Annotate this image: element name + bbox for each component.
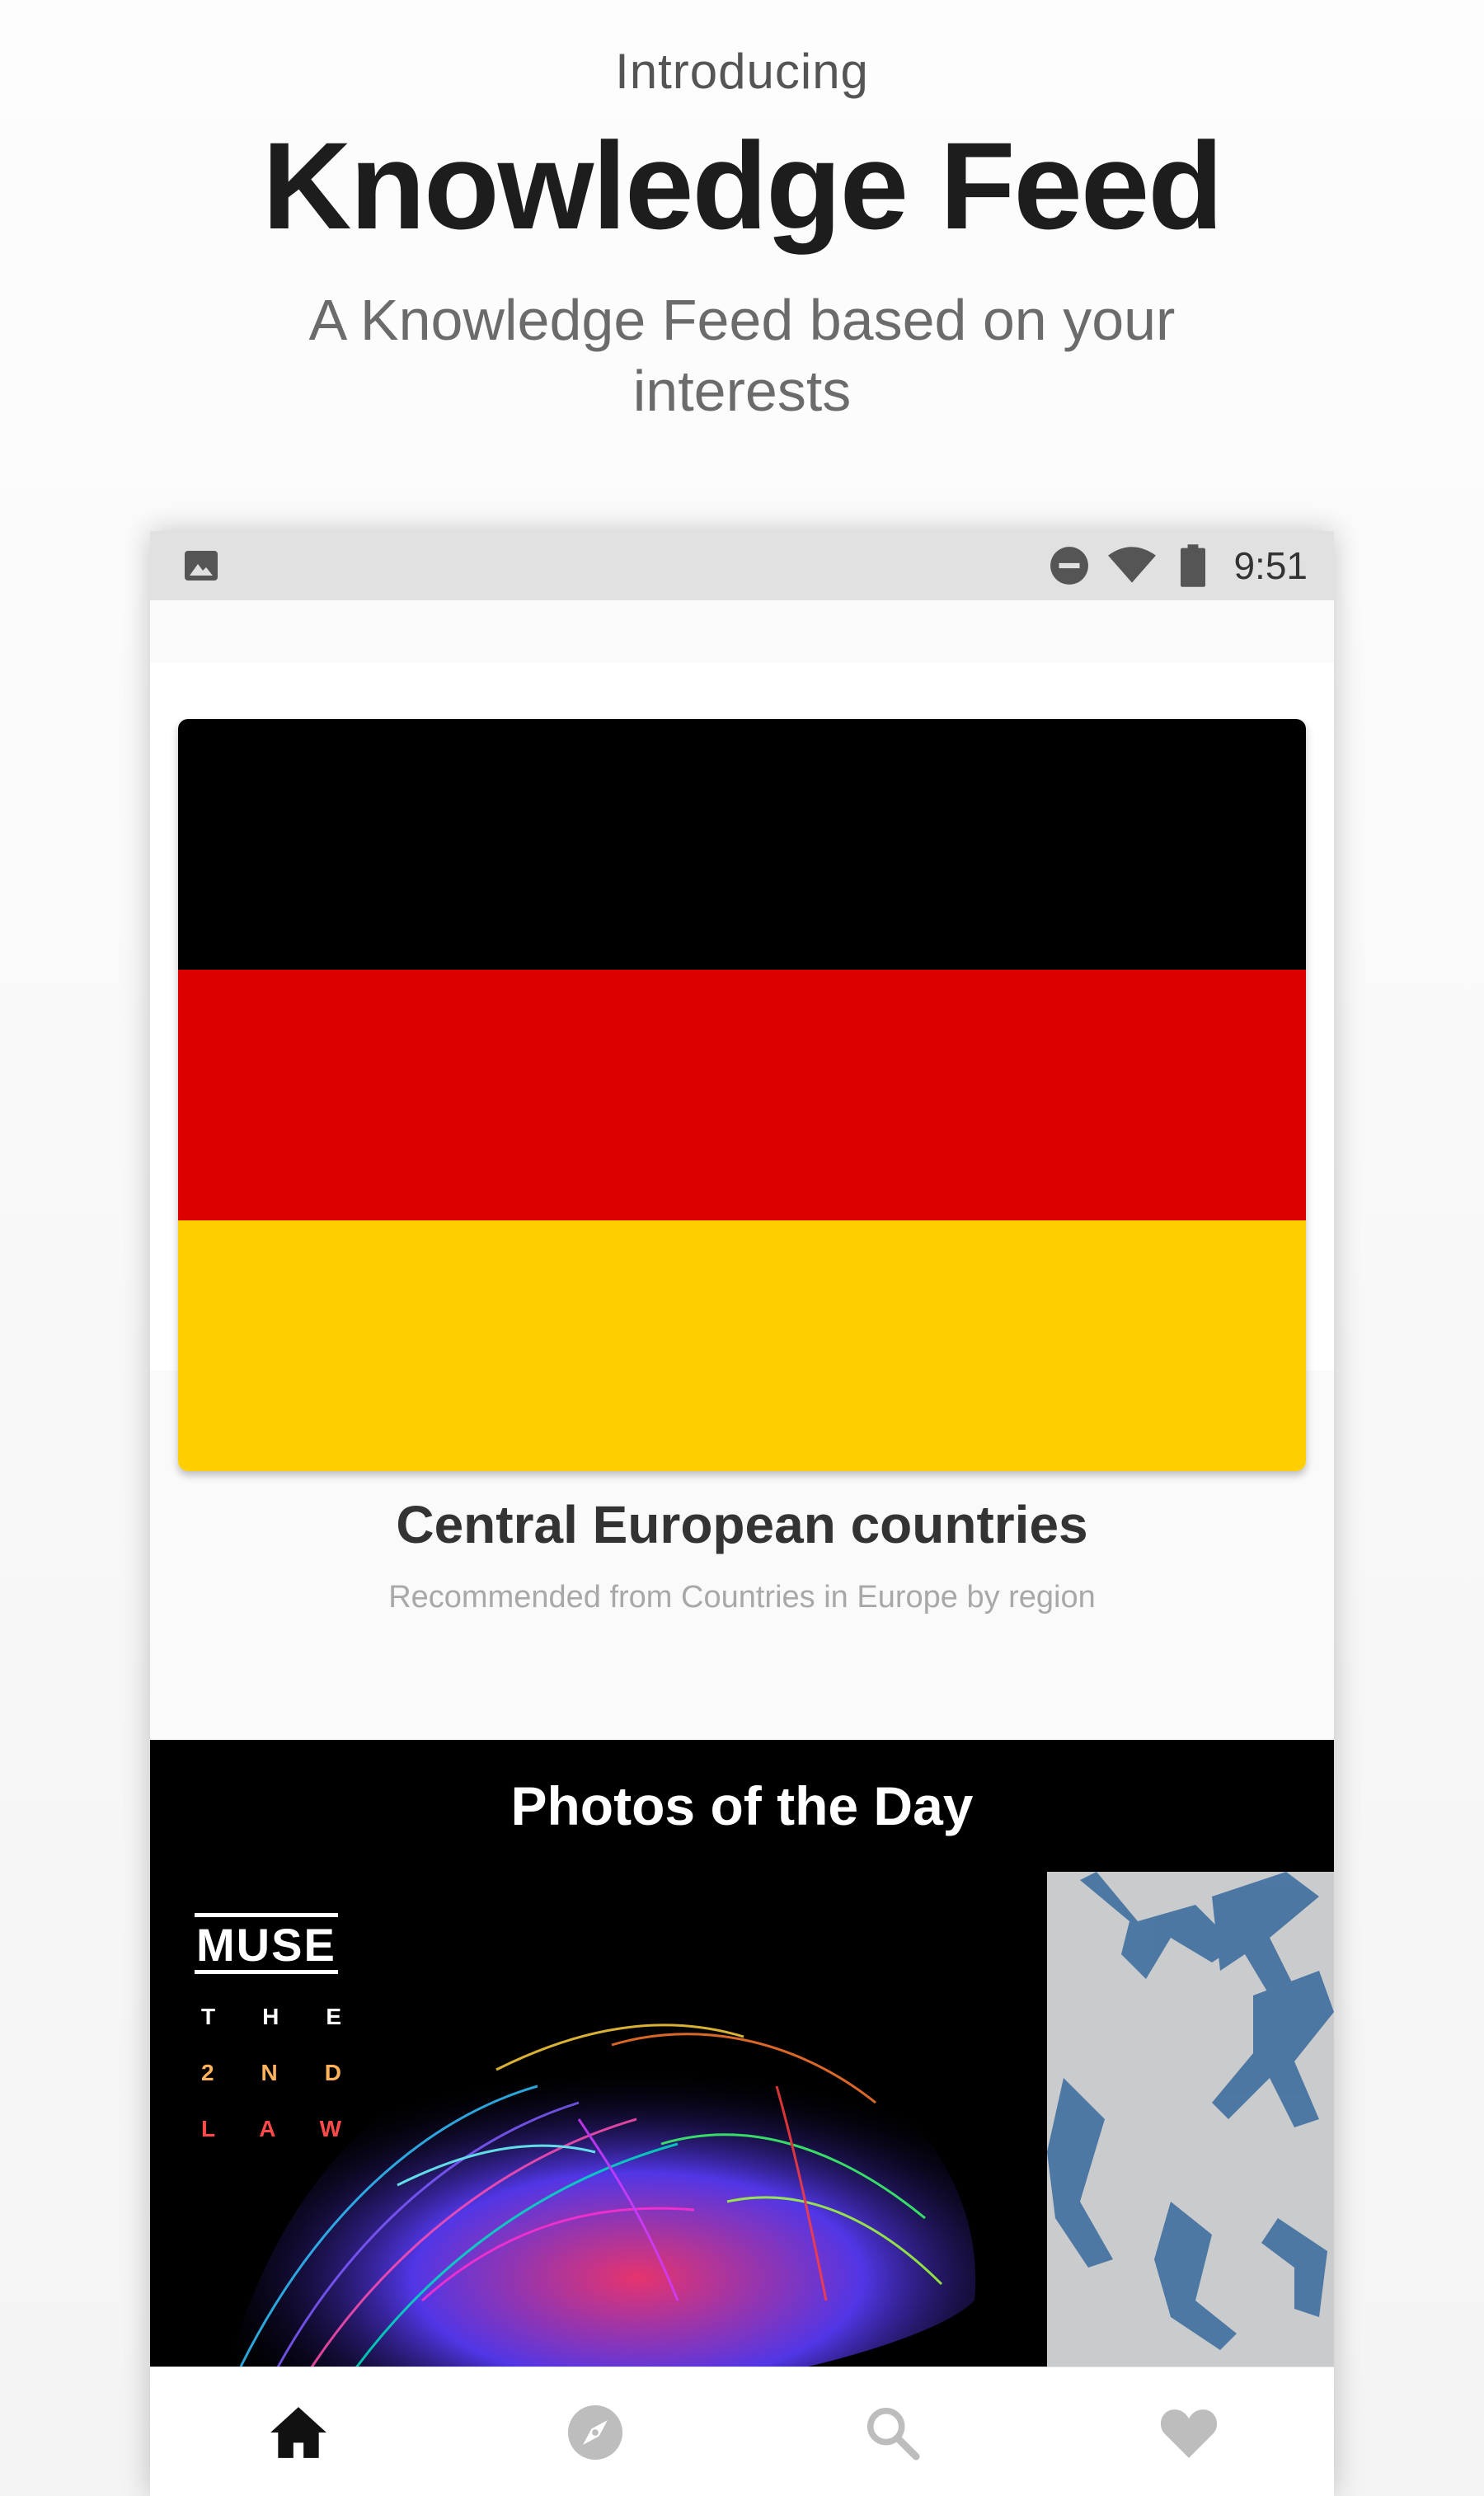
nav-search[interactable] xyxy=(834,2367,950,2496)
app-header-area xyxy=(150,600,1334,663)
album-art-photo[interactable]: MUSE T H E 2 N D L A W xyxy=(150,1872,1047,2367)
album-letters-row: T H E xyxy=(201,2004,341,2030)
do-not-disturb-icon xyxy=(1049,531,1090,600)
album-letter: T xyxy=(201,2004,216,2029)
phone-screen: 9:51 Central European countries Recommen… xyxy=(150,531,1334,2496)
battery-icon xyxy=(1181,531,1205,600)
flag-stripe-gold xyxy=(178,1220,1306,1471)
album-letter: E xyxy=(326,2004,341,2029)
album-letter: A xyxy=(259,2116,276,2141)
image-notification-icon xyxy=(181,531,221,600)
album-letter: D xyxy=(324,2060,341,2085)
album-letters-row: 2 N D xyxy=(201,2060,341,2086)
flag-of-germany-image[interactable] xyxy=(178,719,1306,1471)
nav-favorites[interactable] xyxy=(1131,2367,1247,2496)
clock: 9:51 xyxy=(1233,544,1308,587)
explore-compass-icon xyxy=(568,2404,622,2460)
headline: Knowledge Feed xyxy=(262,116,1223,255)
nav-explore[interactable] xyxy=(538,2367,653,2496)
search-icon xyxy=(866,2407,920,2461)
album-letter: W xyxy=(319,2116,341,2141)
flag-stripe-red xyxy=(178,970,1306,1220)
section-title: Photos of the Day xyxy=(510,1775,974,1836)
wifi-icon xyxy=(1106,531,1158,600)
promo-page: Introducing Knowledge Feed A Knowledge F… xyxy=(0,0,1484,2496)
album-letters-row: L A W xyxy=(201,2116,341,2142)
subtitle: A Knowledge Feed based on your interests xyxy=(308,288,1176,423)
album-letter: L xyxy=(201,2116,216,2141)
flag-stripe-black xyxy=(178,719,1306,970)
bottom-navigation xyxy=(150,2367,1334,2496)
album-title-letters: T H E 2 N D L A W xyxy=(201,2004,350,2172)
album-logo: MUSE xyxy=(195,1913,338,1974)
card-source-label: Recommended from Countries in Europe by … xyxy=(388,1580,1096,1615)
home-icon xyxy=(270,2406,326,2458)
intro-text: Introducing xyxy=(615,44,869,99)
shadow-figures-artwork xyxy=(1047,1872,1334,2367)
nav-home[interactable] xyxy=(241,2367,356,2496)
favorites-heart-icon xyxy=(1160,2409,1218,2458)
album-letter: 2 xyxy=(201,2060,214,2085)
card-title[interactable]: Central European countries xyxy=(150,1494,1334,1555)
second-photo[interactable] xyxy=(1047,1872,1334,2367)
album-letter: H xyxy=(262,2004,279,2029)
album-letter: N xyxy=(261,2060,278,2085)
status-bar: 9:51 xyxy=(150,531,1334,600)
